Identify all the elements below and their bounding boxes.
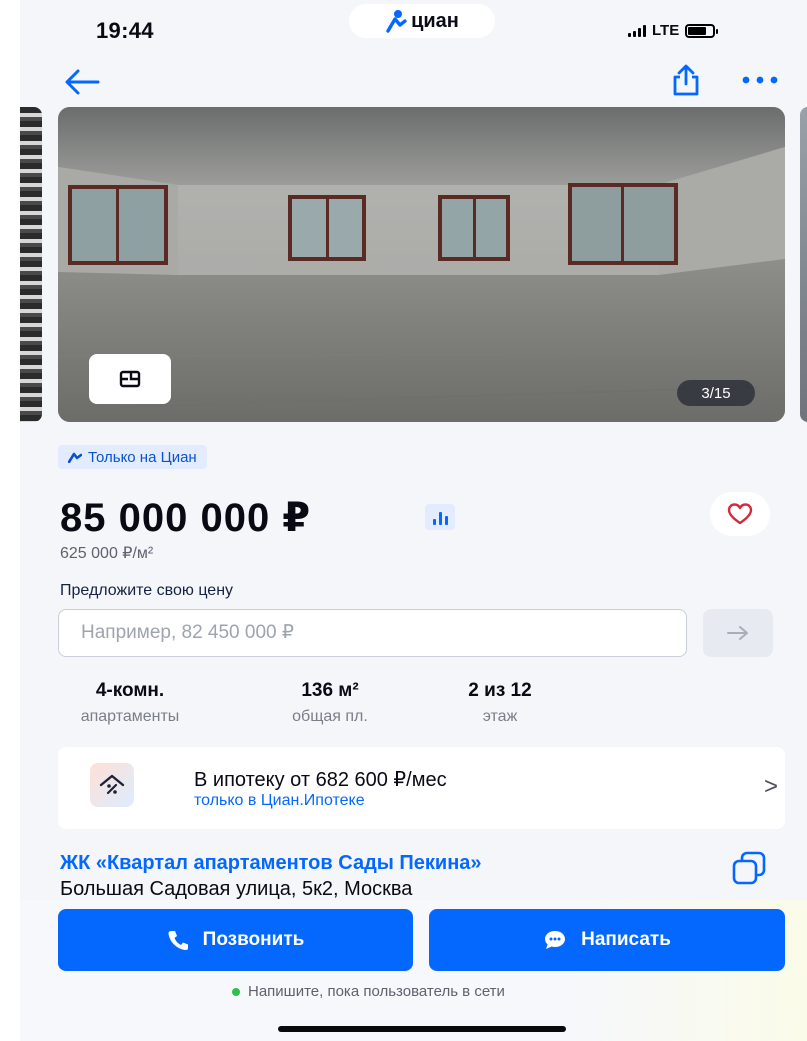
- back-arrow-icon[interactable]: [62, 66, 102, 98]
- offer-price-input[interactable]: [58, 609, 687, 657]
- offer-submit-button[interactable]: [703, 609, 773, 657]
- badge-label: Только на Циан: [88, 448, 197, 466]
- price-history-icon[interactable]: [425, 504, 455, 530]
- phone-icon: [168, 931, 188, 950]
- online-status-note: Напишите, пока пользователь в сети: [232, 983, 505, 1000]
- copy-icon[interactable]: [730, 850, 770, 886]
- online-dot-icon: [232, 987, 240, 996]
- price: 85 000 000 ₽: [60, 496, 312, 540]
- mortgage-house-icon: [90, 763, 134, 807]
- brand-name: циан: [411, 9, 459, 32]
- chat-icon: [545, 931, 566, 949]
- param-floor: 2 из 12 этаж: [450, 680, 550, 726]
- residential-complex-link[interactable]: ЖК «Квартал апартаментов Сады Пекина»: [60, 852, 482, 875]
- call-button[interactable]: Позвонить: [58, 909, 413, 971]
- signal-icon: [628, 24, 646, 37]
- chevron-right-icon: >: [764, 773, 779, 800]
- floor-plan-button[interactable]: [89, 354, 171, 404]
- param-rooms-label: апартаменты: [80, 708, 180, 725]
- exclusive-badge: Только на Циан: [58, 445, 207, 469]
- status-time: 19:44: [96, 18, 154, 43]
- write-button[interactable]: Написать: [429, 909, 785, 971]
- param-rooms: 4-комн. апартаменты: [60, 680, 200, 726]
- network-label: LTE: [652, 22, 680, 39]
- share-icon[interactable]: [670, 63, 702, 97]
- photo-counter: 3/15: [677, 380, 755, 406]
- favorite-button[interactable]: [710, 492, 770, 536]
- offer-label: Предложите свою цену: [60, 582, 234, 599]
- cian-logo-icon: [386, 10, 407, 33]
- brand-pill: циан: [349, 4, 495, 38]
- param-area-value: 136 м²: [301, 680, 359, 701]
- previous-photo[interactable]: [20, 107, 42, 422]
- param-area-label: общая пл.: [292, 708, 368, 725]
- battery-icon: [685, 23, 719, 38]
- write-button-label: Написать: [581, 929, 671, 950]
- next-photo[interactable]: [800, 107, 807, 422]
- home-indicator[interactable]: [278, 1026, 566, 1032]
- mortgage-title: В ипотеку от 682 600 ₽/мес: [194, 769, 447, 791]
- param-rooms-value: 4-комн.: [95, 680, 165, 701]
- arrow-right-icon: [727, 626, 748, 640]
- address: Большая Садовая улица, 5к2, Москва: [60, 878, 413, 900]
- param-floor-label: этаж: [482, 708, 518, 725]
- listing-screen: 19:44 циан LTE 3/15 Только на Циан 85 00…: [20, 0, 807, 1041]
- cian-mark-icon: [68, 452, 82, 463]
- heart-icon: [727, 503, 753, 525]
- mortgage-card[interactable]: В ипотеку от 682 600 ₽/мес только в Циан…: [58, 747, 785, 829]
- more-dots-icon[interactable]: [740, 70, 780, 90]
- param-floor-value: 2 из 12: [468, 680, 532, 701]
- price-per-meter: 625 000 ₽/м²: [60, 545, 154, 562]
- online-status-text: Напишите, пока пользователь в сети: [248, 983, 505, 1000]
- mortgage-subtitle[interactable]: только в Циан.Ипотеке: [194, 792, 365, 810]
- status-indicators: LTE: [628, 22, 719, 39]
- param-area: 136 м² общая пл.: [270, 680, 390, 726]
- floor-plan-icon: [119, 370, 141, 388]
- call-button-label: Позвонить: [202, 929, 305, 950]
